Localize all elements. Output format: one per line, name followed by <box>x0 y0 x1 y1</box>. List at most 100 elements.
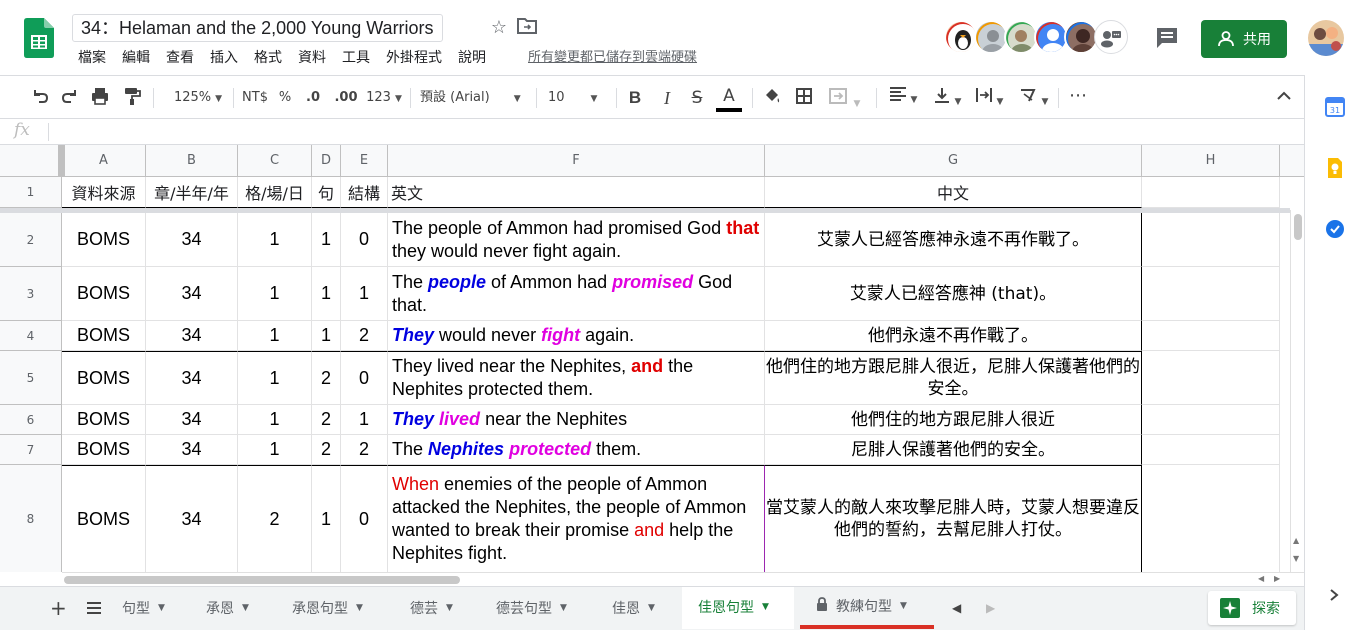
horizontal-scroll-thumb[interactable] <box>64 576 460 584</box>
vertical-scrollbar[interactable]: ▲ ▼ <box>1290 210 1304 572</box>
horizontal-scrollbar[interactable]: ◀ ▶ <box>62 572 1304 586</box>
avatar[interactable] <box>1004 20 1038 54</box>
text-rotation-icon[interactable]: ▼ <box>1014 86 1052 110</box>
undo-icon[interactable] <box>28 86 52 110</box>
tabs-scroll-right-icon[interactable]: ▶ <box>986 587 1000 629</box>
cell-chinese[interactable]: 當艾蒙人的敵人來攻擊尼腓人時，艾蒙人想要違反他們的誓約，去幫尼腓人打仗。 <box>765 465 1142 572</box>
more-options-icon[interactable]: ⋯ <box>1066 86 1090 110</box>
cell-english[interactable]: The people of Ammon had promised God tha… <box>388 213 765 267</box>
chevron-down-icon[interactable]: ▼ <box>648 603 655 613</box>
cell-structure[interactable]: 0 <box>341 351 388 405</box>
select-all-corner[interactable] <box>0 145 62 177</box>
calendar-icon[interactable]: 31 <box>1325 97 1345 117</box>
print-icon[interactable] <box>88 86 112 110</box>
avatar[interactable] <box>974 20 1008 54</box>
more-viewers-icon[interactable] <box>1094 20 1128 54</box>
add-sheet-icon[interactable]: + <box>50 587 72 629</box>
more-formats-select[interactable]: 123 ▼ <box>364 86 404 110</box>
column-header-a[interactable]: A <box>62 145 146 177</box>
sheet-tab[interactable]: 佳恩 ▼ <box>596 587 676 629</box>
move-folder-icon[interactable] <box>516 17 538 39</box>
chevron-down-icon[interactable]: ▼ <box>158 603 165 613</box>
chevron-down-icon[interactable]: ▼ <box>242 603 249 613</box>
sheet-tab[interactable]: 承恩句型 ▼ <box>276 587 384 629</box>
merge-cells-icon[interactable]: ▼ <box>824 86 864 110</box>
cell-sentence[interactable]: 1 <box>312 213 341 267</box>
chevron-down-icon[interactable]: ▼ <box>560 603 567 613</box>
avatar[interactable] <box>944 20 978 54</box>
cell-source[interactable]: BOMS <box>62 435 146 465</box>
explore-button[interactable]: 探索 <box>1208 591 1296 625</box>
header-cell-chinese[interactable]: 中文 <box>765 177 1142 208</box>
vertical-scroll-thumb[interactable] <box>1294 214 1302 240</box>
cell-structure[interactable]: 0 <box>341 213 388 267</box>
column-header-b[interactable]: B <box>146 145 238 177</box>
cell-chapter[interactable]: 34 <box>146 435 238 465</box>
cell-sentence[interactable]: 2 <box>312 405 341 435</box>
cell-empty[interactable] <box>1142 465 1280 572</box>
tabs-scroll-left-icon[interactable]: ◀ <box>952 587 966 629</box>
all-sheets-icon[interactable] <box>86 587 108 629</box>
cell-chapter[interactable]: 34 <box>146 213 238 267</box>
italic-button[interactable]: I <box>656 86 678 110</box>
scroll-down-arrow-icon[interactable]: ▼ <box>1293 554 1299 563</box>
row-header-8[interactable]: 8 <box>0 465 62 572</box>
decrease-decimal-button[interactable]: .0 <box>300 86 326 110</box>
menu-format[interactable]: 格式 <box>246 48 290 68</box>
chevron-down-icon[interactable]: ▼ <box>446 603 453 613</box>
cell-chinese[interactable]: 他們住的地方跟尼腓人很近，尼腓人保護著他們的安全。 <box>765 351 1142 405</box>
sheet-tab[interactable]: 句型 ▼ <box>118 587 188 629</box>
cell-empty[interactable] <box>1142 321 1280 351</box>
cell-source[interactable]: BOMS <box>62 321 146 351</box>
cell-sentence[interactable]: 2 <box>312 435 341 465</box>
horizontal-align-icon[interactable]: ▼ <box>884 86 922 110</box>
cell-grid[interactable]: 1 <box>238 435 312 465</box>
cell-grid[interactable]: 1 <box>238 267 312 321</box>
column-header-g[interactable]: G <box>765 145 1142 177</box>
cell-grid[interactable]: 1 <box>238 351 312 405</box>
borders-icon[interactable] <box>792 86 816 110</box>
row-header-7[interactable]: 7 <box>0 435 62 465</box>
cell-structure[interactable]: 0 <box>341 465 388 572</box>
chevron-down-icon[interactable]: ▼ <box>762 602 769 612</box>
formula-input[interactable] <box>56 122 1296 142</box>
cell-english[interactable]: They lived near the Nephites, and the Ne… <box>388 351 765 405</box>
expand-panel-icon[interactable] <box>1329 587 1343 603</box>
font-select[interactable]: 預設 (Arial) ▼ <box>420 86 530 110</box>
cell-sentence[interactable]: 1 <box>312 321 341 351</box>
menu-tools[interactable]: 工具 <box>334 48 378 68</box>
zoom-select[interactable]: 125% ▼ <box>162 86 234 110</box>
row-header-6[interactable]: 6 <box>0 405 62 435</box>
sheets-logo-icon[interactable] <box>24 18 54 58</box>
menu-insert[interactable]: 插入 <box>202 48 246 68</box>
text-wrap-icon[interactable]: ▼ <box>970 86 1008 110</box>
tasks-icon[interactable] <box>1325 219 1345 239</box>
header-cell-sentence[interactable]: 句 <box>312 177 341 208</box>
avatar[interactable] <box>1064 20 1098 54</box>
cell-sentence[interactable]: 2 <box>312 351 341 405</box>
cell-chapter[interactable]: 34 <box>146 405 238 435</box>
cell-sentence[interactable]: 1 <box>312 465 341 572</box>
font-size-select[interactable]: 10 ▼ <box>548 86 610 110</box>
cell-grid[interactable]: 2 <box>238 465 312 572</box>
menu-file[interactable]: 檔案 <box>70 48 114 68</box>
cell-chapter[interactable]: 34 <box>146 321 238 351</box>
menu-addons[interactable]: 外掛程式 <box>378 48 450 68</box>
text-color-button[interactable]: A <box>716 86 742 112</box>
strikethrough-button[interactable]: S <box>686 86 708 110</box>
sheet-tab[interactable]: 德芸 ▼ <box>394 587 474 629</box>
cell-english[interactable]: They lived near the Nephites <box>388 405 765 435</box>
header-cell-empty[interactable] <box>1142 177 1280 208</box>
cell-chinese[interactable]: 他們住的地方跟尼腓人很近 <box>765 405 1142 435</box>
avatar[interactable] <box>1034 20 1068 54</box>
star-icon[interactable]: ☆ <box>488 17 510 39</box>
cell-empty[interactable] <box>1142 405 1280 435</box>
cell-source[interactable]: BOMS <box>62 213 146 267</box>
row-header-1[interactable]: 1 <box>0 177 62 208</box>
cell-empty[interactable] <box>1142 435 1280 465</box>
header-cell-structure[interactable]: 結構 <box>341 177 388 208</box>
cell-source[interactable]: BOMS <box>62 465 146 572</box>
column-header-d[interactable]: D <box>312 145 341 177</box>
chevron-down-icon[interactable]: ▼ <box>356 603 363 613</box>
header-cell-grid[interactable]: 格/場/日 <box>238 177 312 208</box>
